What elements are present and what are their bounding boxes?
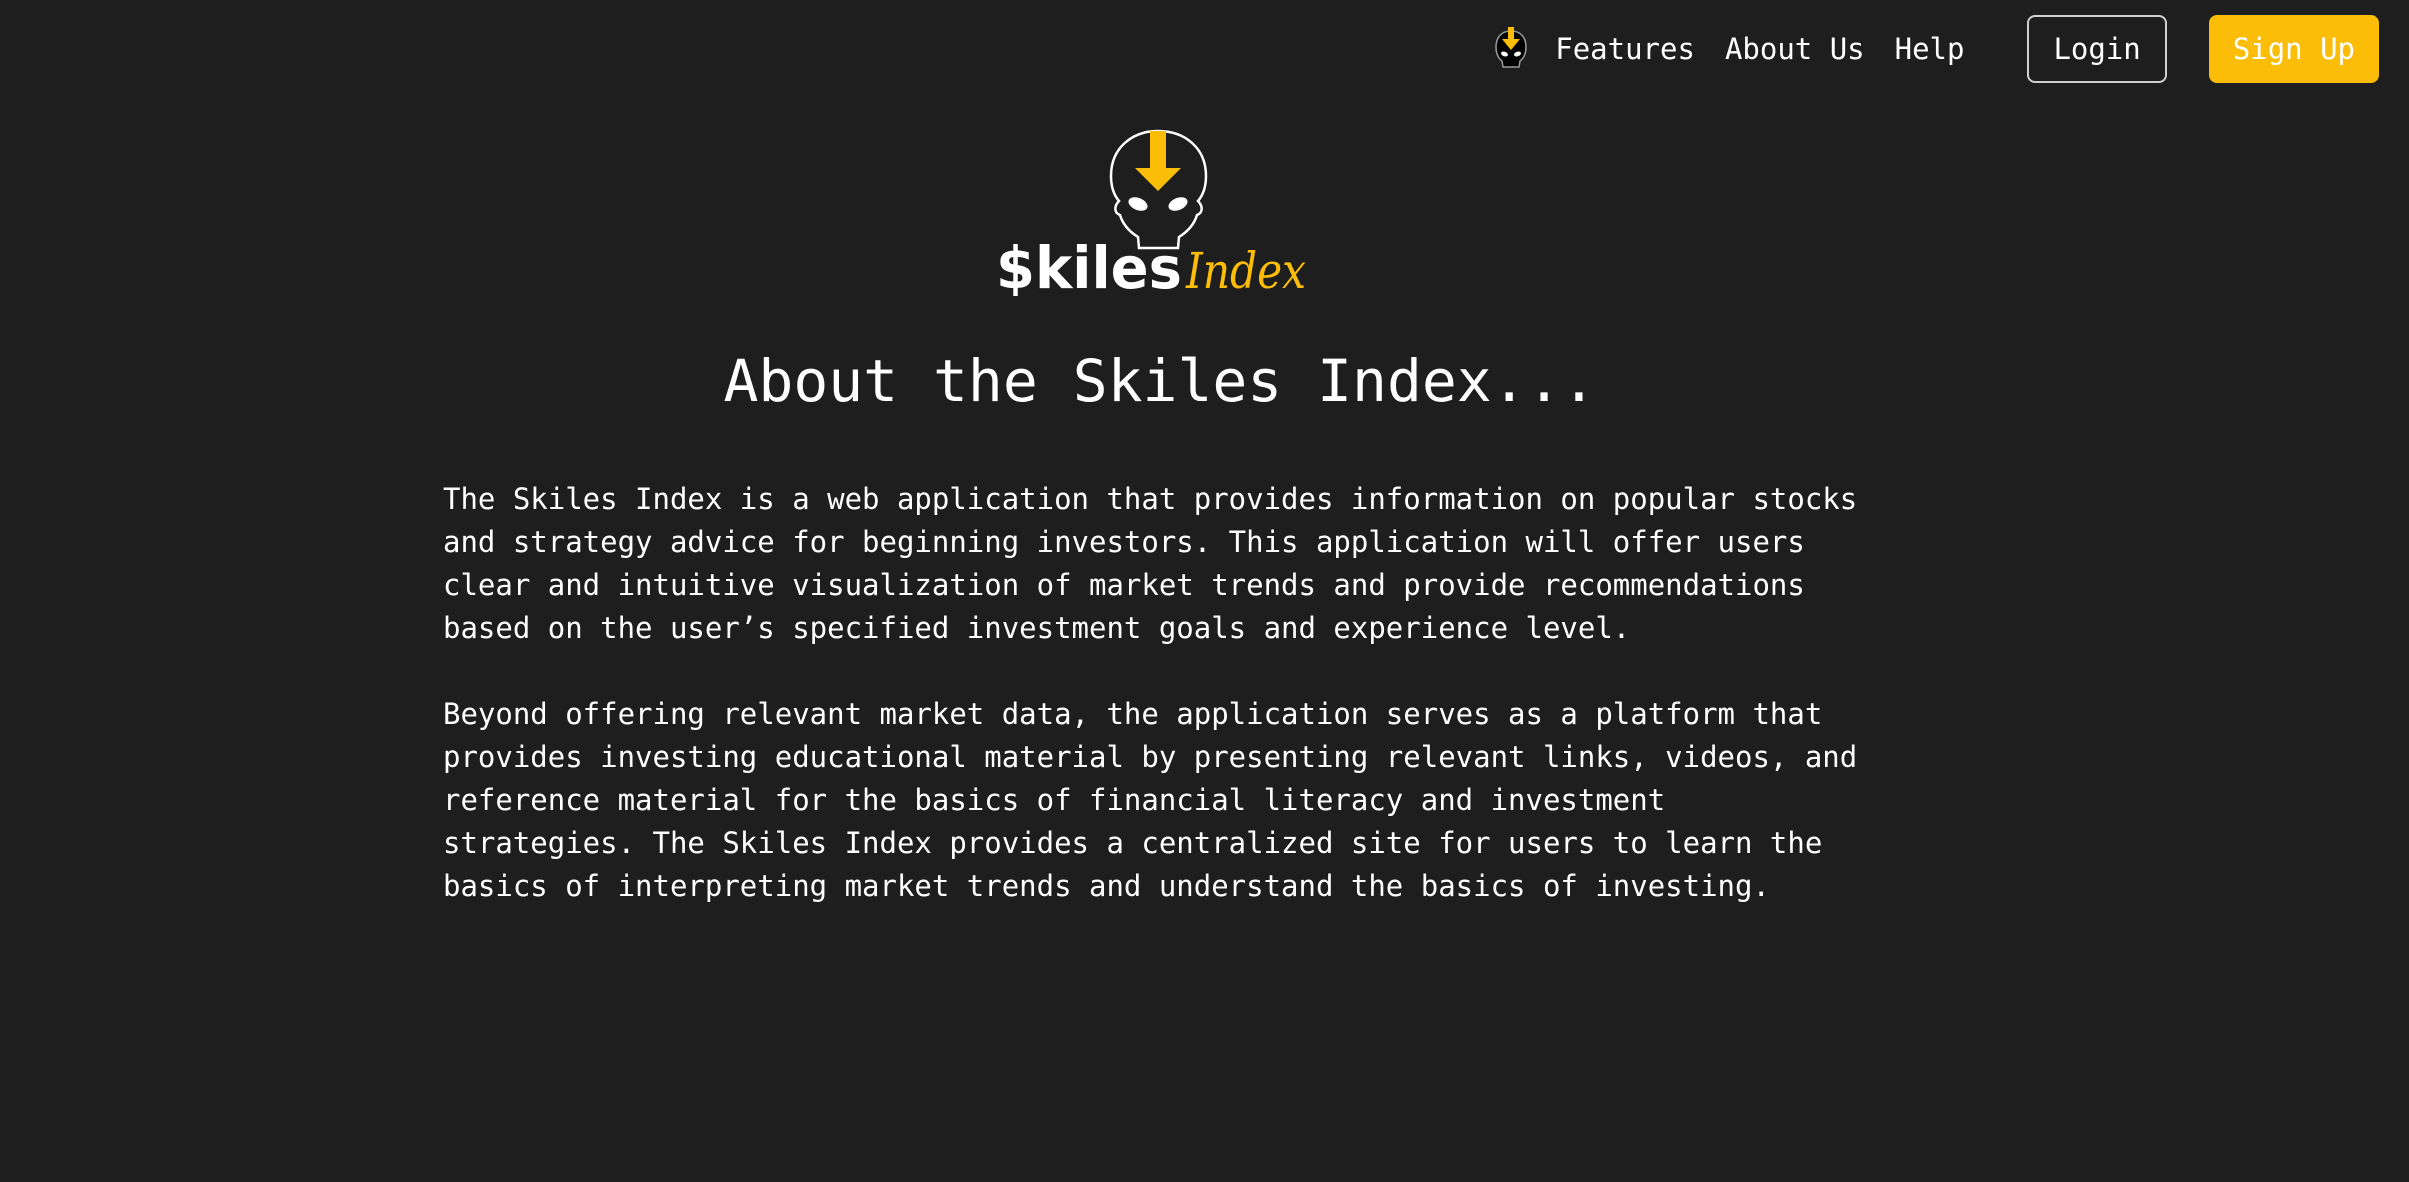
mascot-head-icon [1109,129,1208,250]
skiles-index-logo: $kiles Index [994,126,1310,302]
nav-link-about-us[interactable]: About Us [1725,32,1865,66]
login-button[interactable]: Login [2027,15,2167,83]
about-content: The Skiles Index is a web application th… [443,478,1873,951]
nav-link-features[interactable]: Features [1555,32,1695,66]
logo-wordmark-secondary: Index [1185,242,1306,296]
nav-link-help[interactable]: Help [1895,32,1965,66]
skiles-mascot-icon[interactable] [1489,26,1533,72]
sign-up-button[interactable]: Sign Up [2208,15,2379,83]
about-paragraph: Beyond offering relevant market data, th… [443,697,1858,903]
logo-wordmark-primary: $kiles [996,234,1182,296]
top-navigation: Features About Us Help Login Sign Up [1489,15,2379,83]
about-paragraph: The Skiles Index is a web application th… [443,482,1858,645]
page-title: About the Skiles Index... [723,347,1597,415]
